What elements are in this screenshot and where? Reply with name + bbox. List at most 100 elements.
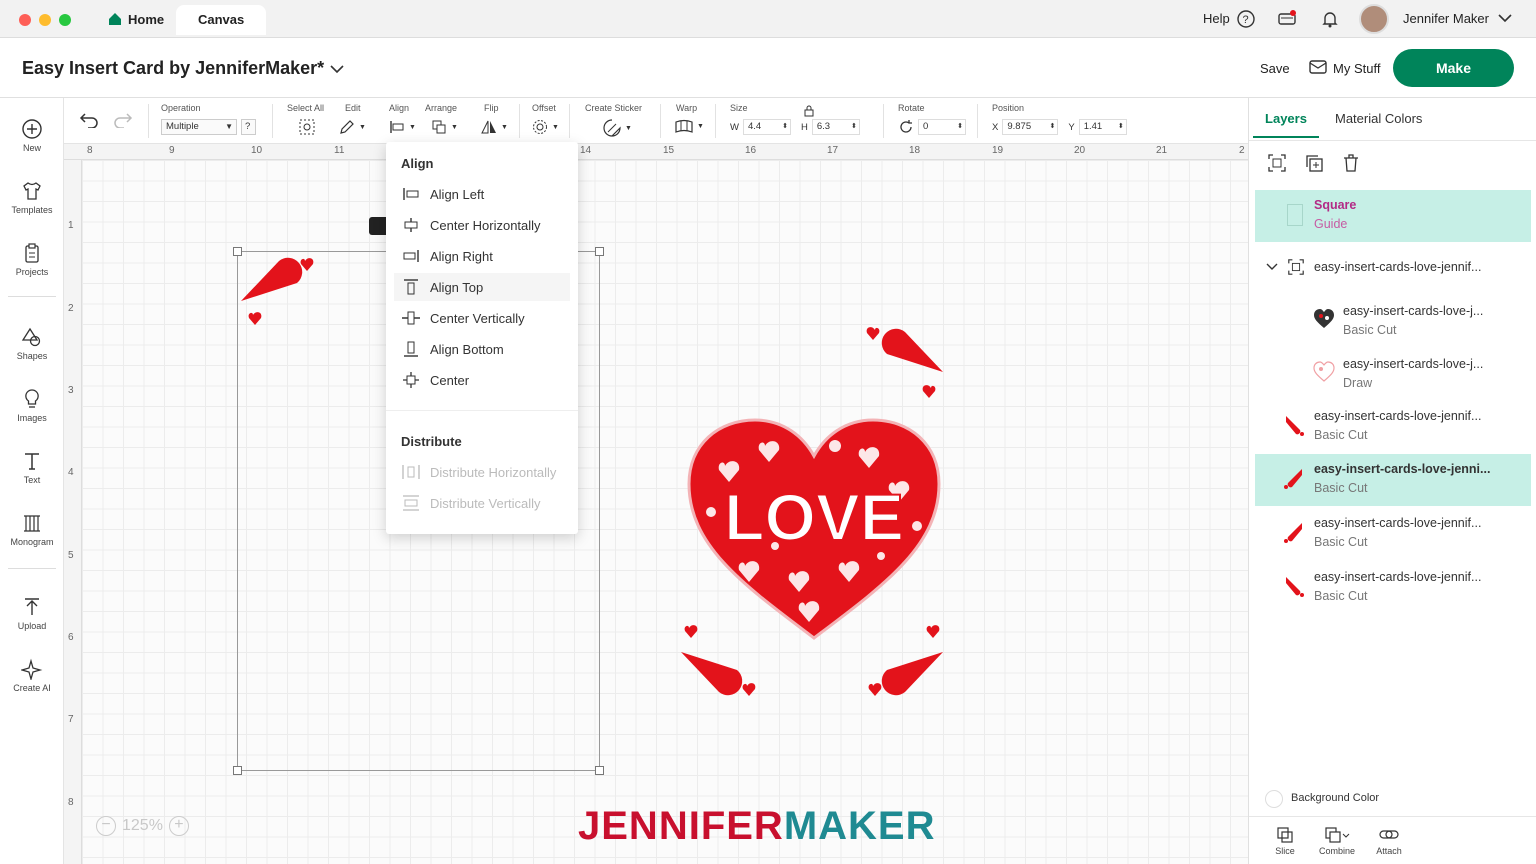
group-icon[interactable]: [1267, 153, 1287, 173]
operation-help-button[interactable]: ?: [241, 119, 256, 135]
window-zoom-button[interactable]: [59, 14, 71, 26]
help-icon[interactable]: ?: [1236, 9, 1256, 29]
redo-icon[interactable]: [113, 112, 133, 128]
zoom-in-button[interactable]: +: [168, 816, 189, 836]
mail-icon[interactable]: [1309, 59, 1327, 75]
edit-group: Edit ▼: [340, 103, 366, 135]
layer-item[interactable]: easy-insert-cards-love-j... Draw: [1255, 349, 1531, 401]
tab-material-colors[interactable]: Material Colors: [1335, 98, 1422, 138]
rotate-input[interactable]: 0 ⬍: [918, 119, 966, 135]
offset-label: Offset: [532, 103, 556, 113]
nav-new[interactable]: New: [0, 112, 64, 164]
layer-item[interactable]: Square Guide: [1255, 190, 1531, 242]
edit-label: Edit: [345, 103, 361, 113]
layer-thumbnail: [1313, 361, 1335, 382]
save-button[interactable]: Save: [1260, 61, 1290, 76]
resize-handle[interactable]: [595, 766, 604, 775]
make-button[interactable]: Make: [1393, 49, 1514, 87]
nav-projects[interactable]: Projects: [0, 236, 64, 288]
y-value: 1.41: [1083, 121, 1103, 132]
attach-button[interactable]: Attach: [1365, 826, 1413, 856]
chevron-down-icon[interactable]: [330, 64, 344, 74]
layer-group-item[interactable]: easy-insert-cards-love-jennif...: [1255, 248, 1531, 288]
tab-canvas[interactable]: Canvas: [176, 5, 267, 35]
bell-icon[interactable]: [1320, 9, 1340, 29]
nav-monogram[interactable]: Monogram: [0, 506, 64, 558]
tab-home[interactable]: Home: [86, 5, 186, 35]
align-left-item[interactable]: Align Left: [394, 180, 570, 208]
avatar[interactable]: [1359, 4, 1389, 34]
align-right-item[interactable]: Align Right: [394, 242, 570, 270]
tab-layers[interactable]: Layers: [1253, 98, 1319, 138]
toolbar-divider: [148, 104, 149, 138]
lock-icon[interactable]: [804, 105, 814, 117]
love-heart-design[interactable]: LOVE: [685, 416, 943, 644]
arrange-label: Arrange: [425, 103, 458, 113]
center-item[interactable]: Center: [394, 366, 570, 394]
position-label: Position: [992, 103, 1025, 113]
combine-button[interactable]: Combine: [1313, 826, 1361, 856]
x-input[interactable]: 9.875 ⬍: [1002, 119, 1059, 135]
layer-item[interactable]: easy-insert-cards-love-jennif... Basic C…: [1255, 401, 1531, 453]
layer-item[interactable]: easy-insert-cards-love-j... Basic Cut: [1255, 296, 1531, 348]
flip-icon[interactable]: [481, 119, 497, 135]
operation-select[interactable]: Multiple ▼: [161, 119, 237, 135]
layer-item[interactable]: easy-insert-cards-love-jennif... Basic C…: [1255, 508, 1531, 560]
height-input[interactable]: 6.3 ⬍: [811, 119, 860, 135]
ruler-tick: 1: [68, 220, 74, 231]
design-canvas[interactable]: LOVE − 125% + JENNIFERMAKER: [82, 160, 1248, 864]
machine-icon[interactable]: [1277, 9, 1297, 29]
corner-heart-piece[interactable]: [239, 251, 319, 331]
nav-templates[interactable]: Templates: [0, 174, 64, 226]
nav-create-ai[interactable]: Create AI: [0, 652, 64, 704]
duplicate-icon[interactable]: [1304, 153, 1324, 173]
pencil-icon[interactable]: [339, 119, 355, 135]
background-color-row[interactable]: Background Color: [1265, 788, 1525, 810]
align-icon[interactable]: [389, 119, 405, 135]
slice-button[interactable]: Slice: [1261, 826, 1309, 856]
layer-item[interactable]: easy-insert-cards-love-jennif... Basic C…: [1255, 562, 1531, 614]
warp-icon[interactable]: [675, 119, 693, 133]
layer-item[interactable]: easy-insert-cards-love-jenni... Basic Cu…: [1255, 454, 1531, 506]
center-label: Center: [430, 372, 470, 388]
user-name[interactable]: Jennifer Maker: [1403, 11, 1489, 26]
distribute-vertically-item[interactable]: Distribute Vertically: [394, 489, 570, 517]
window-minimize-button[interactable]: [39, 14, 51, 26]
resize-handle[interactable]: [233, 766, 242, 775]
help-label[interactable]: Help: [1203, 11, 1230, 26]
align-bottom-item[interactable]: Align Bottom: [394, 335, 570, 363]
arrange-icon[interactable]: [431, 119, 447, 135]
width-input[interactable]: 4.4 ⬍: [742, 119, 791, 135]
align-right-icon: [403, 250, 419, 262]
my-stuff-button[interactable]: My Stuff: [1333, 61, 1380, 76]
chevron-down-icon[interactable]: [1266, 263, 1278, 271]
layer-name: easy-insert-cards-love-jennif...: [1314, 516, 1482, 530]
zoom-out-button[interactable]: −: [96, 816, 116, 836]
sticker-icon[interactable]: [603, 119, 621, 137]
corner-heart-piece[interactable]: [865, 322, 945, 402]
align-top-item[interactable]: Align Top: [394, 273, 570, 301]
trash-icon[interactable]: [1341, 153, 1361, 173]
warp-group: Warp ▼: [675, 103, 704, 133]
panel-divider: [1249, 140, 1536, 141]
select-all-icon[interactable]: [299, 119, 315, 135]
dropdown-arrow-icon: ▼: [225, 122, 233, 131]
stepper-icon: ⬍: [957, 123, 963, 130]
nav-shapes[interactable]: Shapes: [0, 320, 64, 372]
distribute-horizontally-item[interactable]: Distribute Horizontally: [394, 458, 570, 486]
project-title[interactable]: Easy Insert Card by JenniferMaker*: [22, 58, 324, 79]
resize-handle[interactable]: [595, 247, 604, 256]
nav-images[interactable]: Images: [0, 382, 64, 434]
sparkle-icon: [21, 658, 43, 680]
nav-upload[interactable]: Upload: [0, 590, 64, 642]
undo-icon[interactable]: [79, 112, 99, 128]
center-vertically-item[interactable]: Center Vertically: [394, 304, 570, 332]
nav-text[interactable]: Text: [0, 444, 64, 496]
offset-icon[interactable]: [532, 119, 548, 135]
y-input[interactable]: 1.41 ⬍: [1078, 119, 1127, 135]
chevron-down-icon[interactable]: [1498, 13, 1512, 23]
center-horizontally-item[interactable]: Center Horizontally: [394, 211, 570, 239]
toolbar-divider: [569, 104, 570, 138]
layer-type: Basic Cut: [1314, 535, 1368, 549]
window-close-button[interactable]: [19, 14, 31, 26]
